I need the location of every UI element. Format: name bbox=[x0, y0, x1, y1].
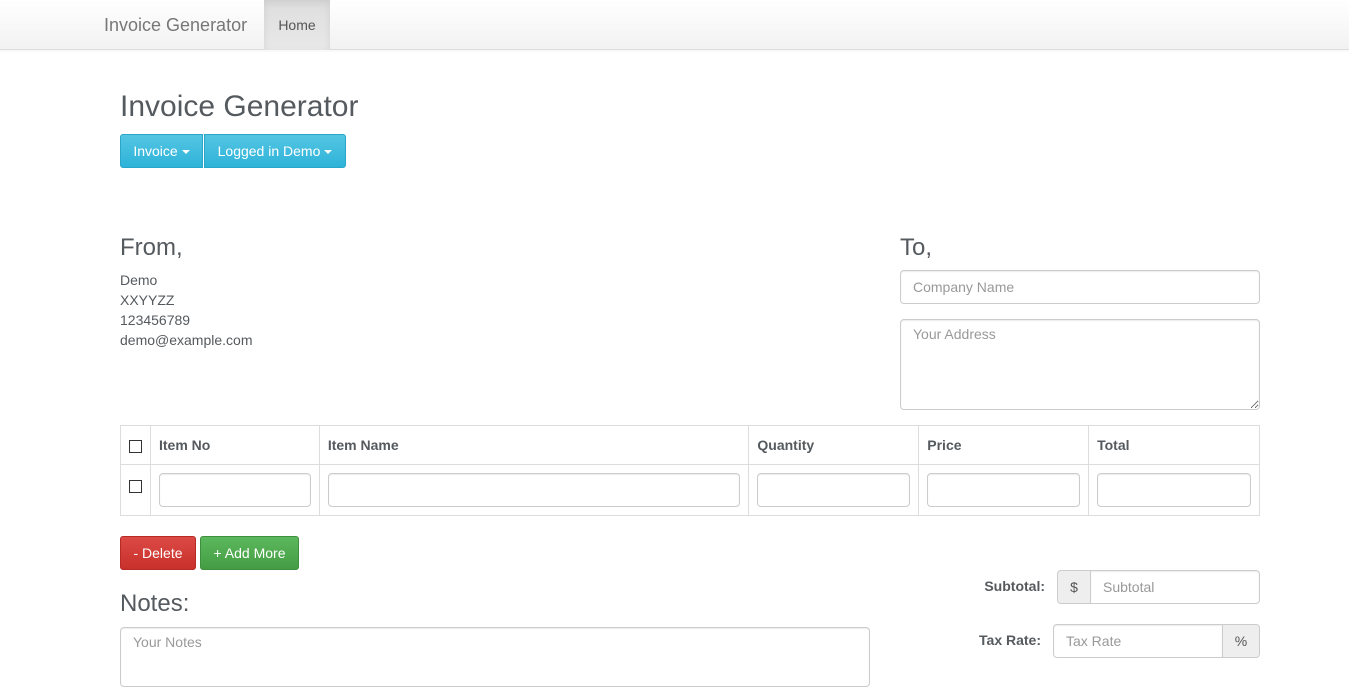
col-quantity: Quantity bbox=[748, 425, 920, 465]
from-email: demo@example.com bbox=[120, 332, 253, 348]
table-row bbox=[120, 464, 1260, 516]
nav-home-link[interactable]: Home bbox=[264, 0, 330, 50]
to-heading: To, bbox=[900, 234, 933, 261]
percent-addon: % bbox=[1222, 624, 1260, 658]
row-select-cell bbox=[120, 464, 151, 516]
top-navbar: Invoice Generator Home bbox=[0, 0, 1349, 50]
col-total: Total bbox=[1088, 425, 1260, 465]
quantity-input[interactable] bbox=[757, 473, 911, 507]
invoice-dropdown-button[interactable]: Invoice bbox=[120, 134, 203, 168]
item-name-input[interactable] bbox=[327, 473, 741, 507]
navbar-brand[interactable]: Invoice Generator bbox=[104, 13, 247, 37]
chevron-down-icon bbox=[181, 150, 190, 155]
total-input[interactable] bbox=[1097, 473, 1251, 507]
address-textarea[interactable] bbox=[900, 319, 1260, 410]
select-all-cell bbox=[120, 425, 151, 465]
col-item-no: Item No bbox=[150, 425, 320, 465]
item-no-cell bbox=[150, 464, 320, 516]
currency-addon: $ bbox=[1057, 570, 1091, 604]
total-cell bbox=[1088, 464, 1260, 516]
tax-rate-input[interactable] bbox=[1053, 624, 1223, 658]
price-input[interactable] bbox=[927, 473, 1081, 507]
items-table: Item No Item Name Quantity Price Total bbox=[120, 425, 1260, 516]
from-heading: From, bbox=[120, 234, 183, 261]
subtotal-input[interactable] bbox=[1090, 570, 1260, 604]
tax-rate-label: Tax Rate: bbox=[979, 632, 1041, 648]
notes-textarea[interactable] bbox=[120, 627, 870, 687]
table-header-row: Item No Item Name Quantity Price Total bbox=[120, 425, 1260, 465]
delete-button[interactable]: - Delete bbox=[120, 536, 196, 570]
from-address: XXYYZZ bbox=[120, 292, 175, 308]
item-name-cell bbox=[318, 464, 750, 516]
chevron-down-icon bbox=[324, 150, 333, 155]
quantity-cell bbox=[748, 464, 920, 516]
user-dropdown-button[interactable]: Logged in Demo bbox=[204, 134, 346, 168]
row-checkbox[interactable] bbox=[129, 479, 142, 493]
item-no-input[interactable] bbox=[159, 473, 311, 507]
select-all-checkbox[interactable] bbox=[129, 439, 142, 453]
page-title: Invoice Generator bbox=[120, 90, 359, 123]
company-name-input[interactable] bbox=[900, 270, 1260, 304]
from-name: Demo bbox=[120, 272, 158, 288]
invoice-dropdown-label: Invoice bbox=[133, 143, 178, 159]
from-phone: 123456789 bbox=[120, 312, 191, 328]
subtotal-label: Subtotal: bbox=[984, 578, 1045, 594]
col-item-name: Item Name bbox=[318, 425, 750, 465]
price-cell bbox=[918, 464, 1090, 516]
user-dropdown-label: Logged in Demo bbox=[217, 143, 321, 159]
col-price: Price bbox=[918, 425, 1090, 465]
add-more-button[interactable]: + Add More bbox=[200, 536, 299, 570]
notes-heading: Notes: bbox=[120, 590, 190, 617]
